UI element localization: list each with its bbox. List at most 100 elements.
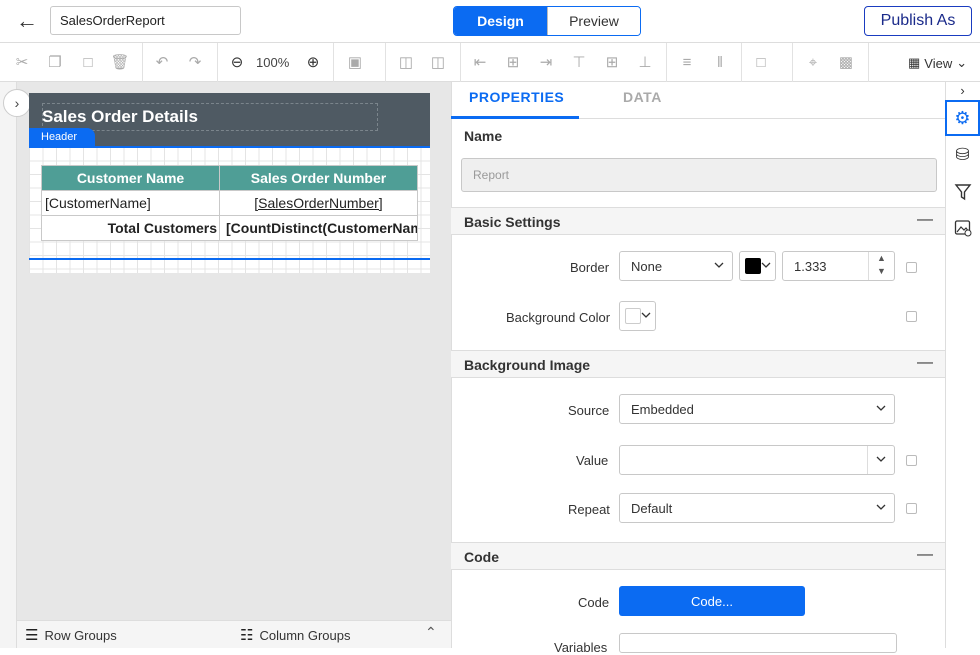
tab-properties[interactable]: PROPERTIES <box>469 89 564 105</box>
column-header-sales-order-number[interactable]: Sales Order Number <box>219 165 418 191</box>
basic-settings-section[interactable]: Basic Settings — <box>451 207 945 235</box>
zoom-out-icon[interactable]: ⊖ <box>227 52 247 72</box>
design-tab[interactable]: Design <box>454 7 547 35</box>
align-left-icon[interactable]: ⇤ <box>470 52 490 72</box>
variables-field[interactable] <box>619 633 897 653</box>
tab-data[interactable]: DATA <box>623 89 662 105</box>
back-arrow-icon[interactable]: ← <box>14 8 40 34</box>
cell-total-value[interactable]: [CountDistinct(CustomerName)] <box>219 215 418 241</box>
source-label: Source <box>568 403 610 418</box>
border-color-picker[interactable] <box>739 251 776 281</box>
image-settings-icon[interactable] <box>945 210 980 246</box>
cell-sales-order-number[interactable]: [SalesOrderNumber] <box>219 190 418 216</box>
view-label: View <box>924 55 953 71</box>
row-groups-label: Row Groups <box>44 627 117 643</box>
preview-tab[interactable]: Preview <box>547 7 640 35</box>
publish-as-button[interactable]: Publish As <box>864 6 972 36</box>
database-icon[interactable]: ⛁ <box>945 137 980 173</box>
background-image-title: Background Image <box>464 357 591 373</box>
repeat-label: Repeat <box>568 502 610 517</box>
chevron-down-icon <box>641 312 651 318</box>
repeat-value: Default <box>631 500 673 516</box>
align-center-icon[interactable]: ⊞ <box>503 52 523 72</box>
align-right-icon[interactable]: ⇥ <box>536 52 556 72</box>
chevron-down-icon <box>714 262 724 268</box>
header-divider <box>29 146 430 148</box>
name-label: Name <box>464 128 503 144</box>
gear-icon[interactable]: ⚙ <box>945 100 980 136</box>
align-middle-icon[interactable]: ⊞ <box>602 52 622 72</box>
cell-customer-name[interactable]: [CustomerName] <box>41 190 220 216</box>
filter-icon[interactable] <box>945 174 980 210</box>
zoom-level: 100% <box>256 55 290 70</box>
zoom-in-icon[interactable]: ⊕ <box>303 52 323 72</box>
align-bottom-icon[interactable]: ⊥ <box>635 52 655 72</box>
cell-total-label[interactable]: Total Customers <box>41 215 220 241</box>
basic-settings-title: Basic Settings <box>464 214 561 230</box>
color-swatch <box>745 258 761 274</box>
chevron-down-icon: ⌄ <box>956 55 968 70</box>
chevron-down-icon <box>876 456 886 462</box>
order-icon[interactable]: ▣ <box>345 52 365 72</box>
paste-icon[interactable]: □ <box>78 52 98 72</box>
align-top-icon[interactable]: ⊤ <box>569 52 589 72</box>
redo-icon[interactable]: ↷ <box>185 52 205 72</box>
list-icon: ☰ <box>25 627 39 644</box>
border-width-stepper[interactable]: 1.333 ▲ ▼ <box>782 251 895 281</box>
border-style-dropdown[interactable]: None <box>619 251 733 281</box>
repeat-checkbox[interactable] <box>906 503 917 514</box>
border-checkbox[interactable] <box>906 262 917 273</box>
chevron-down-icon <box>876 504 886 510</box>
background-color-picker[interactable] <box>619 301 656 331</box>
collapse-icon[interactable]: — <box>917 211 933 229</box>
select-icon[interactable]: □ <box>751 52 771 72</box>
source-dropdown[interactable]: Embedded <box>619 394 895 424</box>
chevron-down-icon <box>761 262 771 268</box>
cut-icon[interactable]: ✂ <box>12 52 32 72</box>
crop-icon[interactable]: ⌖ <box>803 52 823 72</box>
column-groups-label: Column Groups <box>259 627 351 643</box>
collapse-icon[interactable]: — <box>917 546 933 564</box>
sales-table[interactable]: Customer Name Sales Order Number [Custom… <box>41 165 418 241</box>
border-style-value: None <box>631 258 663 274</box>
column-header-customer-name[interactable]: Customer Name <box>41 165 220 191</box>
toolbar: ✂ ❐ □ 🗑 ↶ ↷ ⊖ 100% ⊕ ▣ ◫ ◫ ⇤ ⊞ ⇥ ⊤ ⊞ ⊥ ≡… <box>0 43 980 82</box>
undo-icon[interactable]: ↶ <box>152 52 172 72</box>
collapse-icon[interactable]: — <box>917 354 933 372</box>
column-groups-button[interactable]: ☷ Column Groups <box>240 626 351 644</box>
stepper-arrows-icon[interactable]: ▲ ▼ <box>868 252 894 280</box>
code-label: Code <box>578 595 610 610</box>
row-groups-button[interactable]: ☰ Row Groups <box>25 626 117 644</box>
delete-icon[interactable]: 🗑 <box>110 52 130 72</box>
same-height-icon[interactable]: ◫ <box>428 52 448 72</box>
report-title: Sales Order Details <box>42 107 198 126</box>
left-strip <box>0 82 17 648</box>
distribute-horizontal-icon[interactable]: ‖ <box>710 52 730 72</box>
fit-icon[interactable]: ▩ <box>836 52 856 72</box>
header-tag: Header <box>29 128 95 147</box>
source-value: Embedded <box>631 401 694 417</box>
distribute-vertical-icon[interactable]: ≡ <box>677 52 697 72</box>
code-button[interactable]: Code... <box>619 586 805 616</box>
copy-icon[interactable]: ❐ <box>45 52 65 72</box>
groups-bar: ☰ Row Groups ☷ Column Groups ⌃ <box>17 620 451 648</box>
active-tab-indicator <box>451 116 579 119</box>
expand-panel-icon[interactable]: › <box>3 89 31 117</box>
code-section[interactable]: Code — <box>451 542 945 570</box>
background-color-label: Background Color <box>506 310 611 325</box>
color-swatch <box>625 308 641 324</box>
value-checkbox[interactable] <box>906 455 917 466</box>
collapse-up-icon[interactable]: ⌃ <box>425 624 437 641</box>
background-image-section[interactable]: Background Image — <box>451 350 945 378</box>
value-combobox[interactable] <box>619 445 895 475</box>
same-width-icon[interactable]: ◫ <box>396 52 416 72</box>
name-field[interactable]: Report <box>461 158 937 192</box>
view-dropdown[interactable]: ▦ View ⌄ <box>908 55 967 71</box>
code-section-title: Code <box>464 549 499 565</box>
report-name-input[interactable]: SalesOrderReport <box>50 6 241 35</box>
repeat-dropdown[interactable]: Default <box>619 493 895 523</box>
background-color-checkbox[interactable] <box>906 311 917 322</box>
collapse-right-icon[interactable]: › <box>945 82 980 98</box>
chevron-down-icon <box>876 405 886 411</box>
mode-toggle: Design Preview <box>453 6 641 36</box>
